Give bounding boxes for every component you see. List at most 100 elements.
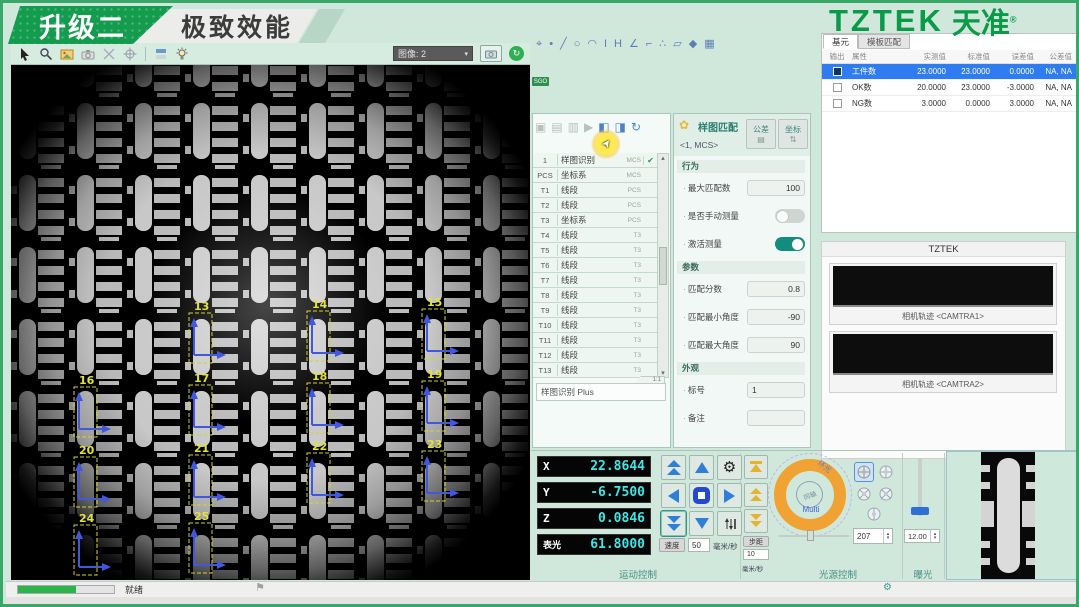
step-button[interactable]: 步距 xyxy=(743,536,769,547)
light-channel-3-icon[interactable] xyxy=(856,486,872,502)
output-checkbox[interactable] xyxy=(833,99,842,108)
snapshot-button[interactable] xyxy=(480,45,502,62)
stop-button[interactable] xyxy=(689,483,714,508)
list-item[interactable]: T5线段T3 xyxy=(533,243,657,258)
point-icon[interactable]: • xyxy=(549,37,553,51)
z-down-button[interactable] xyxy=(744,509,768,533)
width-icon[interactable]: H xyxy=(614,37,622,51)
lamp-icon[interactable] xyxy=(173,45,191,62)
jog-left-button[interactable] xyxy=(661,483,686,508)
line-icon[interactable]: ╱ xyxy=(560,37,567,51)
gear-icon[interactable]: ⚙ xyxy=(883,582,892,593)
camera-trajectory-2[interactable]: 相机轨迹 <CAMTRA2> xyxy=(829,331,1057,393)
angle-icon[interactable]: ∠ xyxy=(629,37,639,51)
refresh-icon[interactable]: ↻ xyxy=(631,120,641,134)
refresh-globe-icon[interactable]: ↻ xyxy=(509,46,524,61)
light-value-input[interactable]: 207 ▴▾ xyxy=(853,528,893,544)
list-item[interactable]: T11线段T3 xyxy=(533,333,657,348)
list-item[interactable]: T6线段T3 xyxy=(533,258,657,273)
list-item[interactable]: T13线段T3 xyxy=(533,363,657,378)
z-up-button[interactable] xyxy=(744,483,768,507)
z-top-button[interactable] xyxy=(744,455,768,479)
corner-icon[interactable]: ⌐ xyxy=(646,37,652,51)
coordinate-axes-icon[interactable]: ⌖ xyxy=(536,37,542,51)
table-row[interactable]: OK数 20.0000 23.0000 -3.0000 NA, NA xyxy=(822,80,1077,96)
scroll-thumb[interactable] xyxy=(659,247,667,285)
crosshair-icon[interactable] xyxy=(121,45,139,62)
list-item[interactable]: T8线段T3 xyxy=(533,288,657,303)
cursor-icon[interactable] xyxy=(16,45,34,62)
jog-down-fast-button[interactable] xyxy=(661,511,686,536)
light-channel-4-icon[interactable] xyxy=(878,486,894,502)
activate-measure-toggle[interactable] xyxy=(775,237,805,251)
jog-right-button[interactable] xyxy=(717,483,742,508)
camera-trajectory-1[interactable]: 相机轨迹 <CAMTRA1> xyxy=(829,263,1057,325)
match-score-input[interactable]: 0.8 xyxy=(747,281,805,297)
height-icon[interactable]: I xyxy=(604,37,607,51)
table-row[interactable]: 工件数 23.0000 23.0000 0.0000 NA, NA xyxy=(822,64,1077,80)
output-checkbox[interactable] xyxy=(833,83,842,92)
light-channel-5-icon[interactable] xyxy=(866,506,882,522)
light-intensity-slider[interactable] xyxy=(779,535,849,537)
list-item[interactable]: T7线段T3 xyxy=(533,273,657,288)
tolerance-button[interactable]: 公差▤ xyxy=(746,119,776,149)
list-footer[interactable]: 样图识别 Plus xyxy=(536,383,666,401)
level-icon[interactable] xyxy=(152,45,170,62)
list-item[interactable]: T2线段PCS xyxy=(533,198,657,213)
step-input[interactable]: 10 xyxy=(743,549,769,560)
pattern-icon[interactable]: ∴ xyxy=(659,37,666,51)
camera-image[interactable]: 13 14 15 16 17 18 19 20 xyxy=(11,65,530,580)
exposure-input[interactable]: 12.00 ▴▾ xyxy=(904,529,940,543)
jog-down-button[interactable] xyxy=(689,511,714,536)
min-angle-input[interactable]: -90 xyxy=(747,309,805,325)
speed-input[interactable]: 50 xyxy=(688,538,710,552)
light-slider-knob[interactable] xyxy=(807,530,814,541)
grid-icon[interactable]: ▦ xyxy=(704,37,714,51)
output-checkbox[interactable] xyxy=(833,67,842,76)
list-item[interactable]: T10线段T3 xyxy=(533,318,657,333)
image-icon[interactable] xyxy=(58,45,76,62)
light-channel-1-icon[interactable] xyxy=(856,464,872,480)
spinner[interactable]: ▴▾ xyxy=(930,530,939,542)
max-angle-input[interactable]: 90 xyxy=(747,337,805,353)
zoom-icon[interactable] xyxy=(37,45,55,62)
jog-up-button[interactable] xyxy=(689,455,714,480)
circle-icon[interactable]: ○ xyxy=(574,37,581,51)
template-icon[interactable]: ◆ xyxy=(689,37,697,51)
eraser-icon[interactable]: ▱ xyxy=(673,37,681,51)
jog-config-button[interactable] xyxy=(717,511,742,536)
scroll-up-icon[interactable]: ▴ xyxy=(661,154,665,162)
window2-icon[interactable]: ◨ xyxy=(615,120,626,134)
table-row[interactable]: NG数 3.0000 0.0000 3.0000 NA, NA xyxy=(822,96,1077,112)
import-icon[interactable]: ▣ xyxy=(535,120,546,134)
light-channel-2-icon[interactable] xyxy=(878,464,894,480)
spinner[interactable]: ▴▾ xyxy=(883,529,892,543)
jog-up-fast-button[interactable] xyxy=(661,455,686,480)
export-icon[interactable]: ▤ xyxy=(551,120,562,134)
speed-button[interactable]: 速度 xyxy=(659,538,685,552)
list-scrollbar[interactable]: ▴ ▾ xyxy=(657,153,669,378)
manual-measure-toggle[interactable] xyxy=(775,209,805,223)
scroll-down-icon[interactable]: ▾ xyxy=(661,369,665,377)
measure-tool-icon[interactable] xyxy=(100,45,118,62)
list-item[interactable]: T3坐标系PCS xyxy=(533,213,657,228)
max-match-input[interactable]: 100 xyxy=(747,180,805,196)
snapshot-tool-icon[interactable] xyxy=(79,45,97,62)
list-item[interactable]: PCS坐标系MCS xyxy=(533,168,657,183)
list-item[interactable]: T1线段PCS xyxy=(533,183,657,198)
list-item[interactable]: T9线段T3 xyxy=(533,303,657,318)
run-icon[interactable]: ▶ xyxy=(584,120,593,134)
list-item[interactable]: T4线段T3 xyxy=(533,228,657,243)
coordinate-button[interactable]: 坐标⇅ xyxy=(778,119,808,149)
remark-input[interactable] xyxy=(747,410,805,426)
settings-button[interactable]: ⚙ xyxy=(717,455,742,480)
template-preview-panel xyxy=(946,451,1079,580)
tag-number-input[interactable]: 1 xyxy=(747,382,805,398)
save-icon[interactable]: ▥ xyxy=(568,120,579,134)
image-select-dropdown[interactable]: 图像: 2 ▾ xyxy=(393,46,473,61)
exposure-slider-handle[interactable] xyxy=(911,507,929,515)
arc-icon[interactable]: ◠ xyxy=(587,37,597,51)
list-item[interactable]: 1样图识别MCS✔ xyxy=(533,153,657,168)
list-item[interactable]: T12线段T3 xyxy=(533,348,657,363)
trajectory-caption-2: 相机轨迹 <CAMTRA2> xyxy=(830,379,1056,390)
